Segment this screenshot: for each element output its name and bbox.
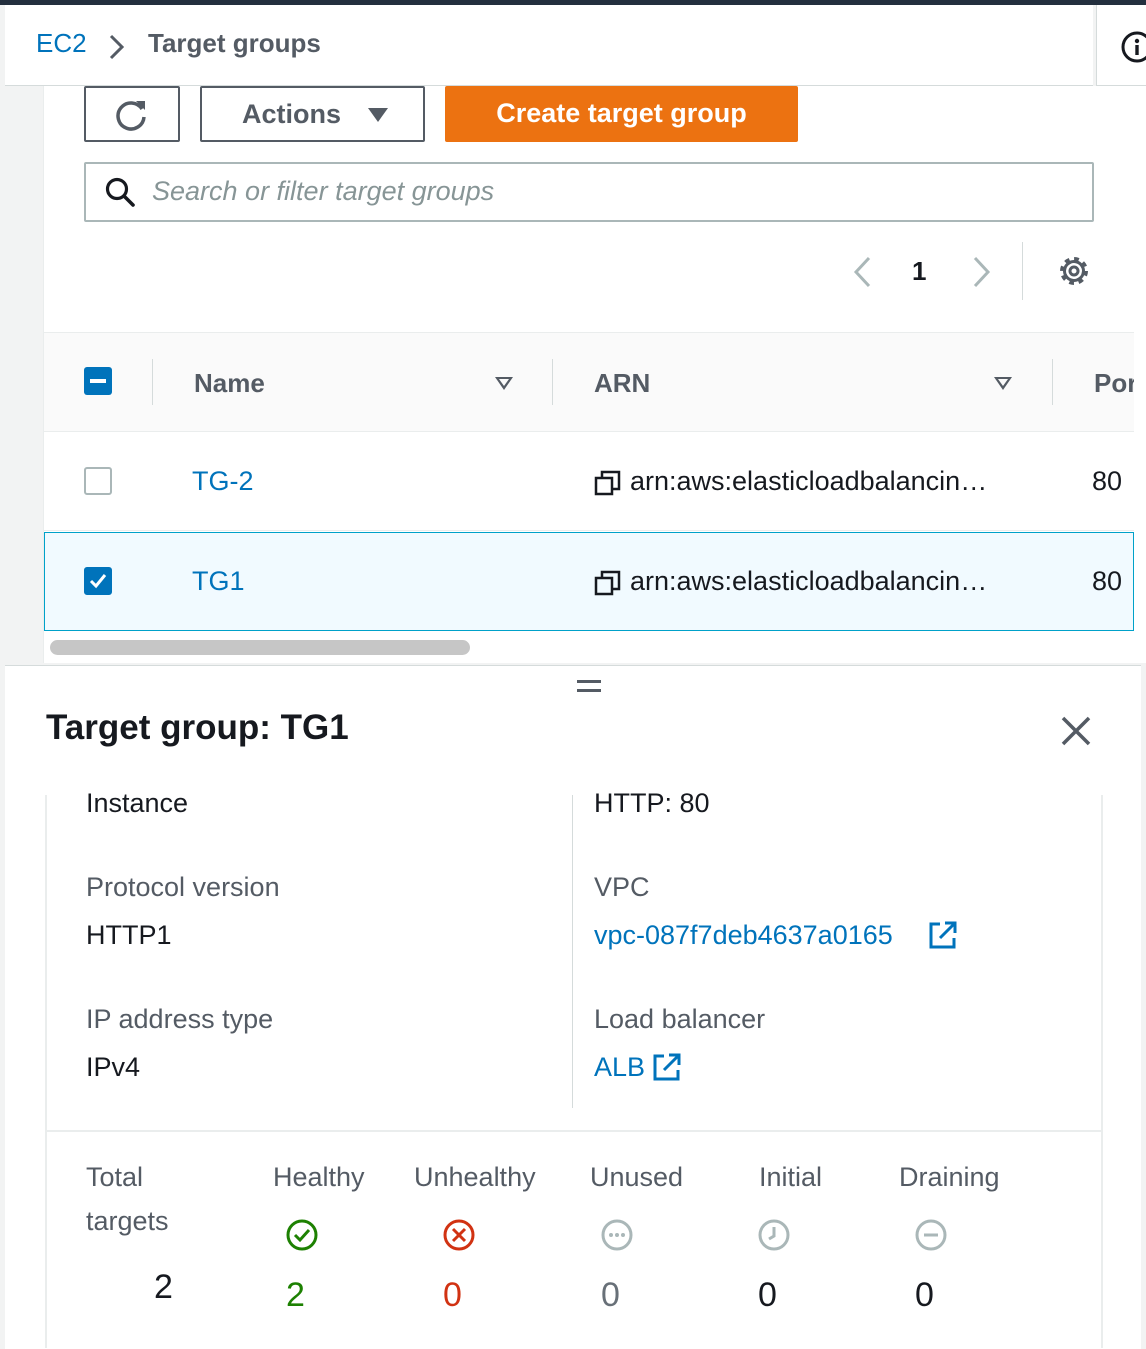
column-divider bbox=[1052, 359, 1053, 405]
external-link-icon[interactable] bbox=[928, 920, 958, 950]
load-balancer-label: Load balancer bbox=[594, 1004, 766, 1034]
target-type-value: Instance bbox=[86, 788, 189, 818]
total-targets-value: 2 bbox=[154, 1268, 173, 1306]
vpc-label: VPC bbox=[594, 872, 650, 902]
actions-label: Actions bbox=[242, 99, 342, 129]
gear-icon[interactable] bbox=[1056, 253, 1092, 289]
unhealthy-value: 0 bbox=[443, 1276, 462, 1314]
resize-handle-icon[interactable] bbox=[577, 680, 601, 694]
copy-icon[interactable] bbox=[594, 569, 622, 597]
table-header: Name ARN Por bbox=[44, 332, 1134, 432]
status-unhealthy-icon bbox=[443, 1219, 475, 1251]
protocol-version-value: HTTP1 bbox=[86, 920, 172, 950]
table-row[interactable]: TG-2 arn:aws:elasticloadbalancin… 80 bbox=[44, 432, 1134, 531]
status-initial-icon bbox=[758, 1219, 790, 1251]
status-healthy-icon bbox=[286, 1219, 318, 1251]
refresh-icon bbox=[116, 101, 146, 131]
unused-value: 0 bbox=[601, 1276, 620, 1314]
column-header-name[interactable]: Name bbox=[194, 368, 265, 399]
column-header-arn[interactable]: ARN bbox=[594, 368, 650, 399]
arn-value: arn:aws:elasticloadbalancin… bbox=[630, 566, 988, 596]
status-draining-icon bbox=[915, 1219, 947, 1251]
column-divider bbox=[572, 795, 573, 1108]
row-checkbox[interactable] bbox=[84, 467, 112, 495]
breadcrumb-ec2-link[interactable]: EC2 bbox=[36, 28, 87, 59]
healthy-value: 2 bbox=[286, 1276, 305, 1314]
total-targets-label: targets bbox=[86, 1206, 169, 1236]
port-value: 80 bbox=[1092, 466, 1123, 496]
target-group-name-link[interactable]: TG1 bbox=[192, 566, 245, 597]
unhealthy-label: Unhealthy bbox=[414, 1162, 536, 1192]
copy-icon[interactable] bbox=[594, 469, 622, 497]
chevron-right-icon[interactable] bbox=[968, 255, 994, 289]
port-value: 80 bbox=[1092, 566, 1123, 596]
status-unused-icon bbox=[601, 1219, 633, 1251]
chevron-left-icon[interactable] bbox=[850, 255, 876, 289]
caret-down-icon bbox=[368, 108, 388, 122]
arn-value: arn:aws:elasticloadbalancin… bbox=[630, 466, 988, 496]
sort-icon[interactable] bbox=[495, 377, 513, 390]
ip-address-type-label: IP address type bbox=[86, 1004, 274, 1034]
refresh-button[interactable] bbox=[84, 86, 180, 142]
info-icon[interactable] bbox=[1120, 30, 1146, 64]
column-header-port[interactable]: Por bbox=[1094, 368, 1134, 399]
initial-value: 0 bbox=[758, 1276, 777, 1314]
unused-label: Unused bbox=[590, 1162, 684, 1192]
horizontal-scrollbar[interactable] bbox=[50, 640, 470, 655]
column-divider bbox=[152, 359, 153, 405]
breadcrumb-current: Target groups bbox=[148, 28, 321, 58]
chevron-right-icon bbox=[109, 34, 125, 60]
create-target-group-button[interactable]: Create target group bbox=[445, 86, 798, 142]
draining-value: 0 bbox=[915, 1276, 934, 1314]
draining-label: Draining bbox=[899, 1162, 1000, 1192]
split-panel-title: Target group: TG1 bbox=[46, 708, 349, 747]
protocol-version-label: Protocol version bbox=[86, 872, 280, 902]
search-icon bbox=[105, 177, 135, 207]
page-number[interactable]: 1 bbox=[912, 256, 926, 287]
table-row-selected[interactable]: TG1 arn:aws:elasticloadbalancin… 80 bbox=[44, 532, 1134, 631]
ip-address-type-value: IPv4 bbox=[86, 1052, 141, 1082]
search-placeholder: Search or filter target groups bbox=[152, 176, 495, 206]
sort-icon[interactable] bbox=[994, 377, 1012, 390]
column-divider bbox=[552, 359, 553, 405]
target-group-name-link[interactable]: TG-2 bbox=[192, 466, 254, 497]
vpc-link[interactable]: vpc-087f7deb4637a0165 bbox=[594, 920, 893, 951]
load-balancer-link[interactable]: ALB bbox=[594, 1052, 645, 1083]
select-all-checkbox[interactable] bbox=[84, 367, 112, 395]
divider bbox=[1022, 242, 1023, 300]
protocol-port-value: HTTP: 80 bbox=[594, 788, 710, 818]
section-divider bbox=[45, 1130, 1103, 1132]
external-link-icon[interactable] bbox=[652, 1052, 682, 1082]
row-checkbox-checked[interactable] bbox=[84, 567, 112, 595]
healthy-label: Healthy bbox=[273, 1162, 365, 1192]
total-targets-label: Total bbox=[86, 1162, 144, 1192]
check-icon bbox=[89, 574, 107, 589]
close-icon[interactable] bbox=[1058, 713, 1094, 749]
initial-label: Initial bbox=[759, 1162, 823, 1192]
actions-dropdown[interactable]: Actions bbox=[200, 86, 425, 142]
